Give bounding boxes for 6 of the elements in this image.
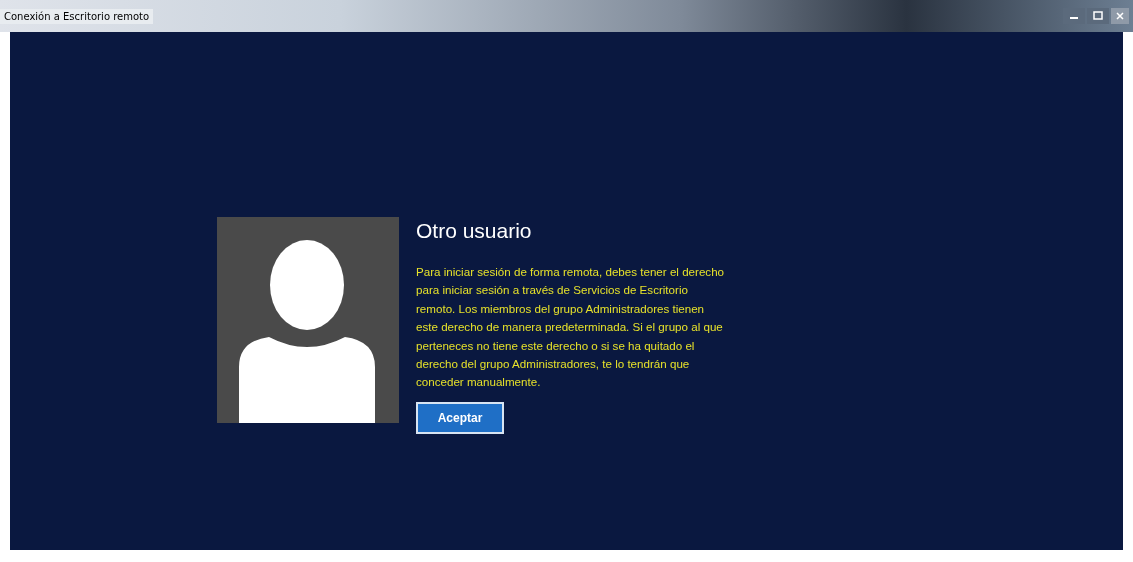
accept-button[interactable]: Aceptar	[416, 401, 504, 434]
message-text: Para iniciar sesión de forma remota, debes tener el derecho para iniciar sesión a través de Servicios de Escritorio remoto. Los miembros del grupo Administradores tienen este derecho de manera predeterminada. Si el grupo al que perteneces no tiene este derecho o si se ha quitado el derecho del grupo Administradores, te lo tendrán que conceder manualmente.	[416, 264, 726, 391]
close-icon[interactable]	[1111, 8, 1129, 24]
window-title: Conexión a Escritorio remoto	[0, 8, 154, 24]
user-name: Otro usuario	[416, 218, 533, 243]
maximize-icon[interactable]	[1087, 8, 1109, 24]
